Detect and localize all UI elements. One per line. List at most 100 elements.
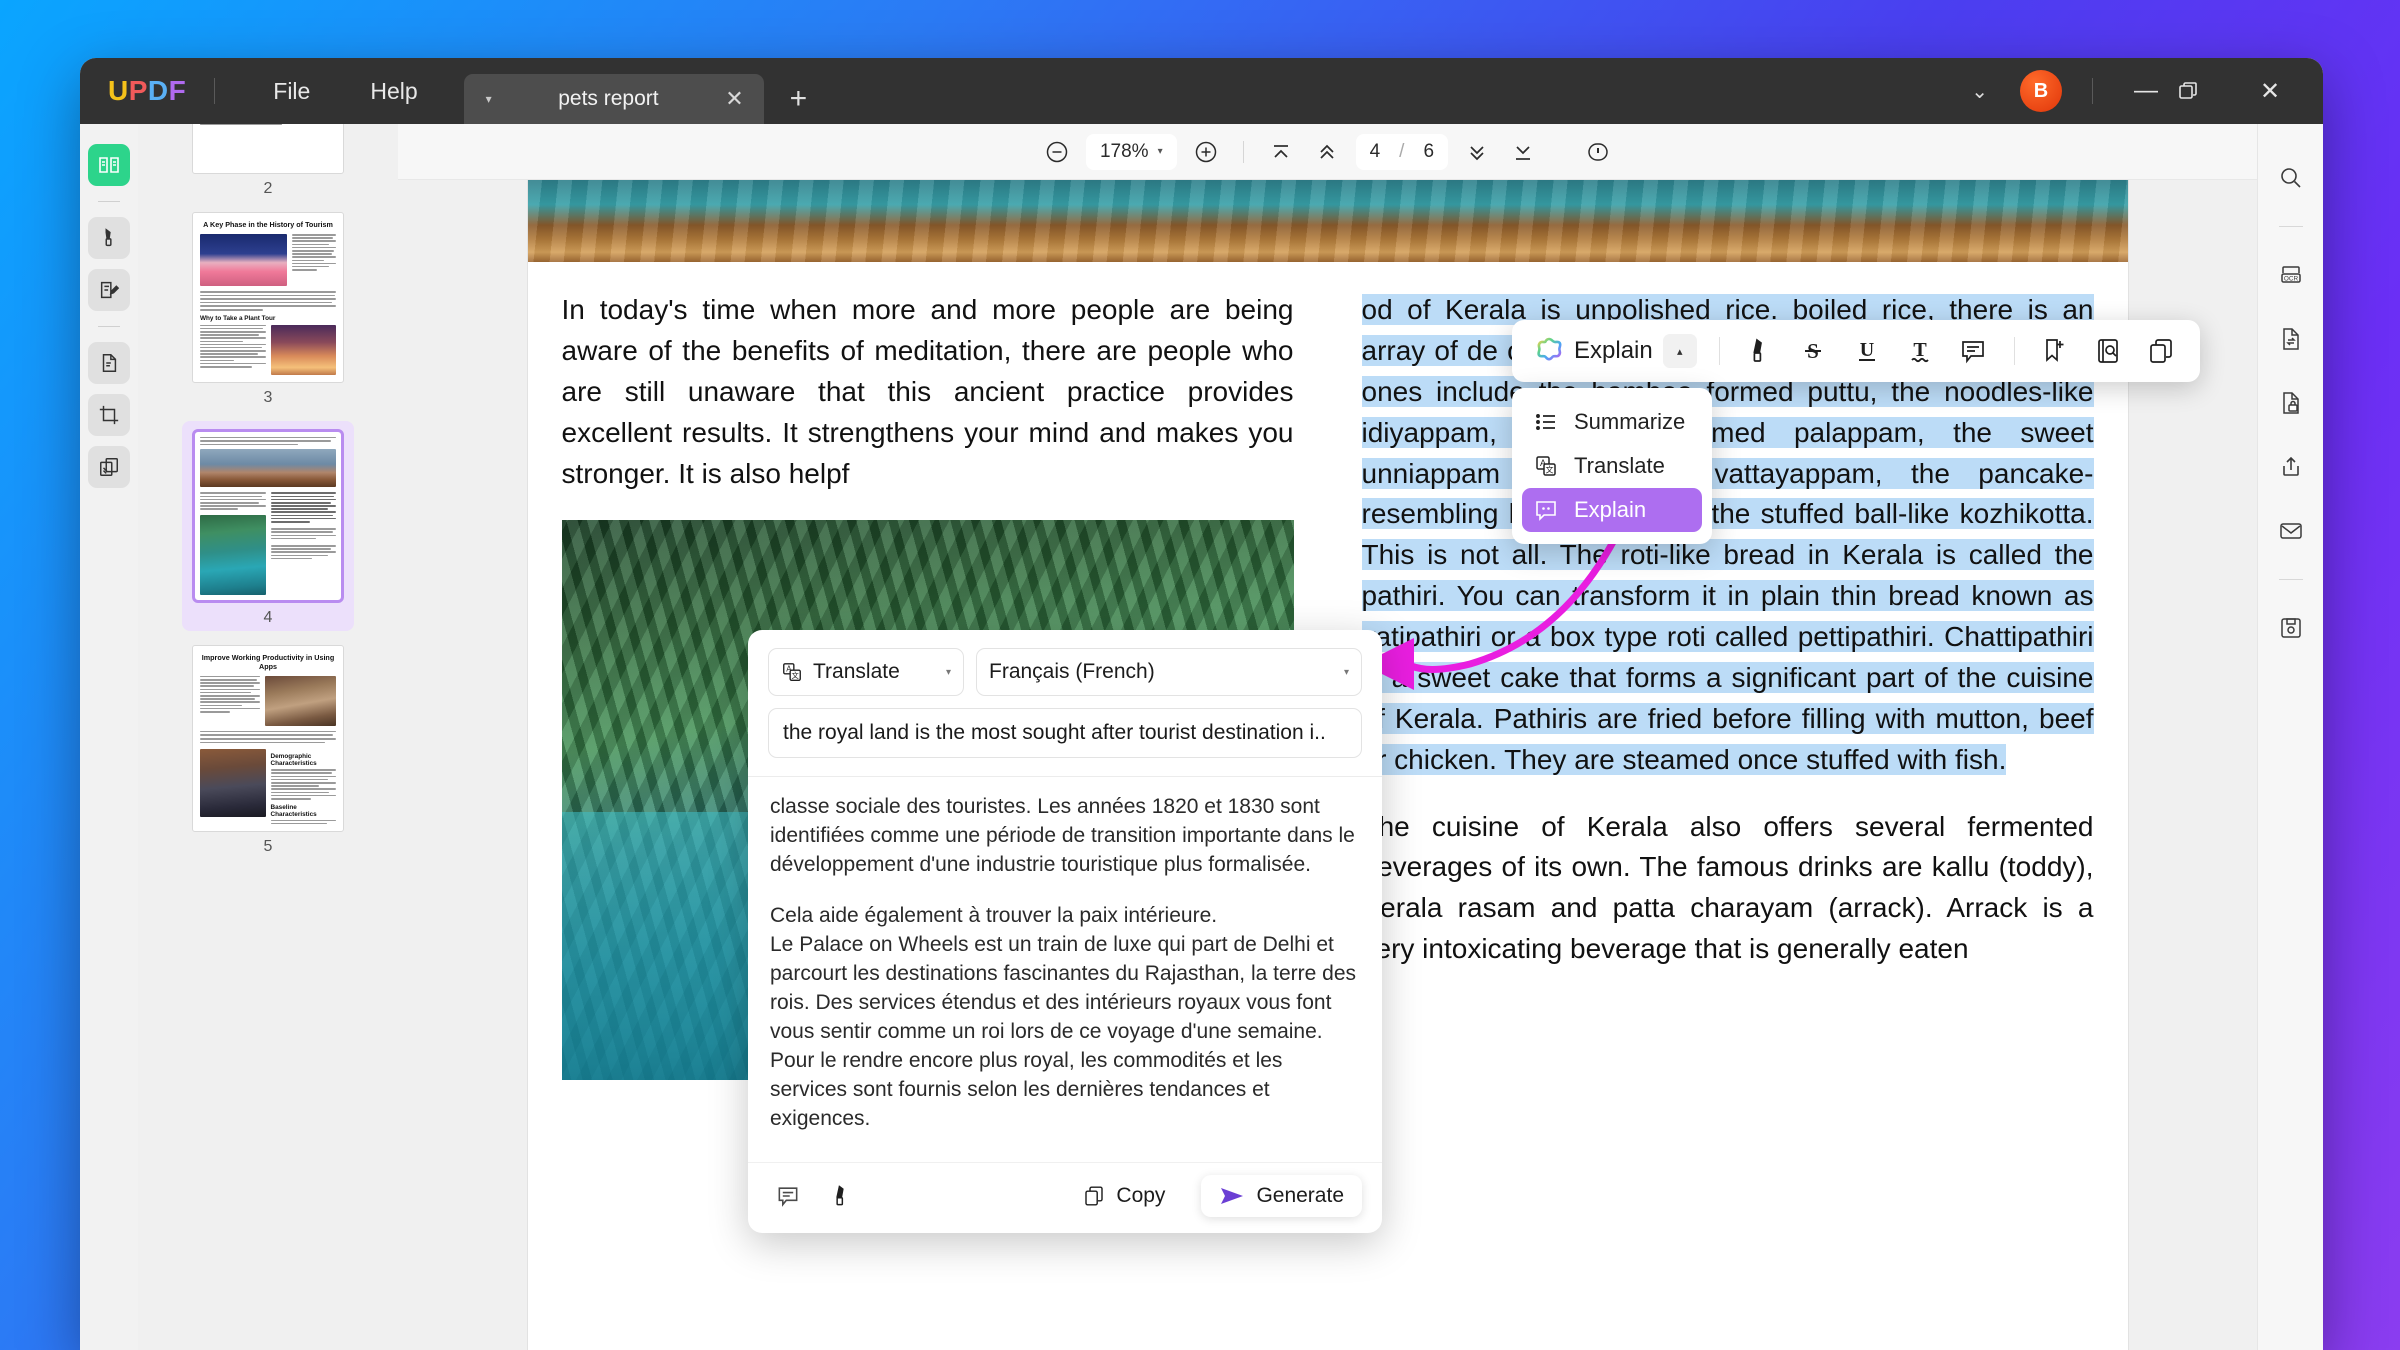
right-toolbar: OCR <box>2257 124 2323 1350</box>
generate-label: Generate <box>1256 1183 1344 1207</box>
sidebar-item-batch[interactable] <box>88 446 130 488</box>
ocr-icon[interactable]: OCR <box>2271 255 2311 295</box>
chevron-down-icon: ▾ <box>945 666 951 678</box>
right-rail-divider-1 <box>2278 226 2303 227</box>
thumbnail-subtitle-2: Baseline Characteristics <box>270 803 317 818</box>
annot-divider-2 <box>2013 337 2015 365</box>
rail-divider-2 <box>98 326 120 327</box>
highlighter-icon[interactable] <box>822 1176 862 1216</box>
copy-icon[interactable] <box>2137 329 2186 373</box>
updf-app-window: U P D F File Help ▾ pets report ✕ + ⌄ B … <box>80 58 2323 1350</box>
viewer-toolbar: 178% ▾ 4 / 6 <box>398 124 2257 180</box>
thumbnail-panel[interactable]: 2 A Key Phase in the History of Tourism <box>138 124 398 1350</box>
page-separator: / <box>1399 140 1405 162</box>
zoom-in-button[interactable] <box>1183 133 1229 171</box>
translate-panel-header: A 文 Translate ▾ Français (French) ▾ <box>748 630 1382 704</box>
thumbnail-number: 4 <box>263 608 273 626</box>
previous-page-button[interactable] <box>1304 133 1350 171</box>
sidebar-item-crop[interactable] <box>88 394 130 436</box>
share-icon[interactable] <box>2271 447 2311 487</box>
thumbnail-title: A Key Phase in the History of Tourism <box>203 220 333 229</box>
paragraph-right-2: The cuisine of Kerala also offers severa… <box>1361 810 2094 965</box>
bookmark-add-icon[interactable] <box>2030 329 2079 373</box>
scroll-mode-button[interactable] <box>1575 133 1621 171</box>
menu-item-label: Translate <box>1574 453 1665 478</box>
titlebar-left: U P D F File Help <box>80 58 448 124</box>
explain-button[interactable]: Explain ▴ <box>1526 334 1703 368</box>
highlighter-icon[interactable] <box>1736 329 1785 373</box>
menu-item-label: Explain <box>1574 497 1647 522</box>
comment-icon[interactable] <box>768 1176 808 1216</box>
sidebar-item-reader[interactable] <box>88 144 130 186</box>
target-language-select[interactable]: Français (French) ▾ <box>976 648 1362 696</box>
generate-button[interactable]: Generate <box>1201 1174 1362 1217</box>
explain-label: Explain <box>1574 337 1653 364</box>
strikethrough-icon[interactable]: S <box>1789 329 1838 373</box>
explain-dropdown-toggle[interactable]: ▴ <box>1662 334 1697 368</box>
page-hero-image <box>527 180 2128 262</box>
titlebar: U P D F File Help ▾ pets report ✕ + ⌄ B … <box>80 58 2323 124</box>
svg-text:T: T <box>1913 339 1927 361</box>
thumbnail-card <box>192 428 344 603</box>
list-icon <box>1536 414 1555 430</box>
next-page-button[interactable] <box>1454 133 1500 171</box>
last-page-button[interactable] <box>1500 133 1546 171</box>
svg-text:OCR: OCR <box>2283 275 2298 282</box>
translate-mode-select[interactable]: A 文 Translate ▾ <box>768 648 964 696</box>
thumbnail-page-4[interactable]: 4 <box>182 420 354 631</box>
logo-letter-f: F <box>168 75 187 106</box>
send-icon <box>1221 1187 1244 1204</box>
new-tab-button[interactable]: + <box>790 84 808 114</box>
current-page-value: 4 <box>1369 140 1381 162</box>
sidebar-item-pages[interactable] <box>88 342 130 384</box>
save-icon[interactable] <box>2271 608 2311 648</box>
document-tab[interactable]: ▾ pets report ✕ <box>463 74 764 124</box>
thumbnail-page-5[interactable]: Improve Working Productivity in Using Ap… <box>192 644 344 856</box>
titlebar-divider <box>214 78 216 104</box>
menu-item-translate[interactable]: A 文 Translate <box>1522 444 1702 488</box>
thumbnail-page-2[interactable]: 2 <box>192 124 344 198</box>
menu-help[interactable]: Help <box>340 58 447 124</box>
translate-panel-footer: Copy Generate <box>748 1161 1382 1233</box>
menu-item-explain[interactable]: Explain <box>1522 488 1702 532</box>
translate-icon: A 文 <box>783 663 801 681</box>
sidebar-item-edit[interactable] <box>88 269 130 311</box>
svg-text:文: 文 <box>792 671 800 680</box>
annot-divider-1 <box>1718 337 1720 365</box>
thumbnail-number: 3 <box>263 388 273 406</box>
chevron-down-icon[interactable]: ⌄ <box>1947 79 2012 104</box>
convert-icon[interactable] <box>2271 319 2311 359</box>
titlebar-right: ⌄ B — ✕ <box>1947 58 2323 124</box>
sidebar-item-comment[interactable] <box>88 217 130 259</box>
maximize-button[interactable] <box>2177 80 2239 102</box>
avatar[interactable]: B <box>2020 70 2062 112</box>
zoom-level-selector[interactable]: 178% ▾ <box>1085 133 1177 170</box>
source-text-input[interactable]: the royal land is the most sought after … <box>768 708 1362 758</box>
menu-item-summarize[interactable]: Summarize <box>1522 400 1702 444</box>
comment-icon[interactable] <box>1948 329 1997 373</box>
copy-label: Copy <box>1116 1183 1166 1207</box>
copy-icon <box>1085 1186 1104 1206</box>
email-icon[interactable] <box>2271 511 2311 551</box>
copy-button[interactable]: Copy <box>1082 1184 1165 1208</box>
protect-icon[interactable] <box>2271 383 2311 423</box>
close-button[interactable]: ✕ <box>2239 77 2301 106</box>
zoom-level-value: 178% <box>1099 140 1149 162</box>
chevron-down-icon: ▾ <box>1157 146 1163 157</box>
zoom-out-button[interactable] <box>1034 133 1080 171</box>
search-document-icon[interactable] <box>2084 329 2133 373</box>
thumbnail-subtitle: Why to Take a Plant Tour <box>200 314 276 322</box>
thumbnail-subtitle: Demographic Characteristics <box>270 753 317 768</box>
squiggly-underline-icon[interactable]: T <box>1895 329 1944 373</box>
thumbnail-card: A Key Phase in the History of Tourism Wh… <box>192 212 344 383</box>
underline-icon[interactable]: U <box>1842 329 1891 373</box>
minimize-button[interactable]: — <box>2115 77 2177 105</box>
menu-file[interactable]: File <box>243 58 340 124</box>
search-icon[interactable] <box>2271 158 2311 198</box>
tab-title: pets report <box>558 87 659 110</box>
first-page-button[interactable] <box>1258 133 1304 171</box>
thumbnail-page-3[interactable]: A Key Phase in the History of Tourism Wh… <box>192 212 344 407</box>
page-number-field[interactable]: 4 / 6 <box>1355 133 1449 170</box>
tab-close-icon[interactable]: ✕ <box>725 88 743 110</box>
thumbnail-number: 5 <box>263 838 273 856</box>
